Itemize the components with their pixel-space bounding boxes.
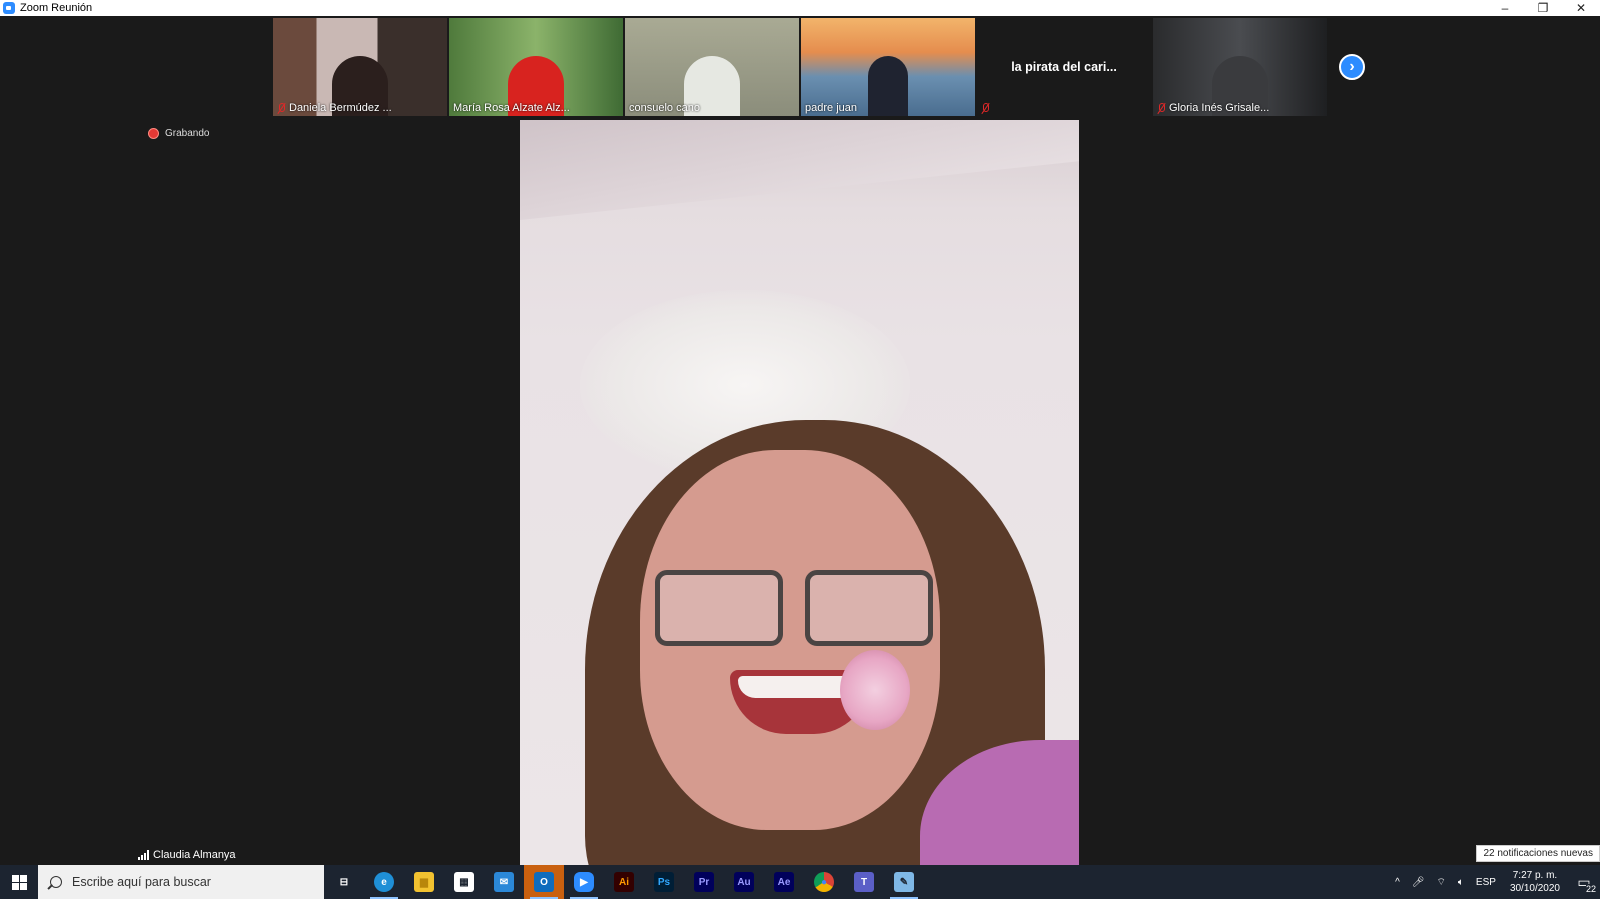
participant-strip: Daniela Bermúdez ... María Rosa Alzate A… [273,18,1327,116]
record-icon [148,128,159,139]
system-tray: ^ 🎤︎ ⌔ 🔈︎ ESP 7:27 p. m. 30/10/2020 ▭ 22 [1389,865,1600,899]
clock-time: 7:27 p. m. [1512,870,1558,881]
after-effects-icon: Ae [774,872,794,892]
chrome-icon: ● [814,872,834,892]
participant-name-label: Daniela Bermúdez ... [277,102,392,114]
edge-taskbar-button[interactable]: e [364,865,404,899]
participant-name-label: consuelo cano [629,102,700,114]
outlook-icon: O [534,872,554,892]
video-detail [840,650,910,730]
clock-date: 30/10/2020 [1509,883,1560,894]
muted-mic-icon [277,102,286,114]
after-effects-taskbar-button[interactable]: Ae [764,865,804,899]
zoom-taskbar-button[interactable]: ▶ [564,865,604,899]
premiere-icon: Pr [694,872,714,892]
language-indicator[interactable]: ESP [1470,877,1502,888]
photoshop-taskbar-button[interactable]: Ps [644,865,684,899]
search-icon [50,876,62,888]
participant-name-label [981,103,990,114]
participant-tile[interactable]: María Rosa Alzate Alz... [449,18,623,116]
participant-name: María Rosa Alzate Alz... [453,102,570,114]
show-hidden-icons-icon[interactable]: ^ [1389,877,1406,888]
window-titlebar: Zoom Reunión – ❐ ✕ [0,0,1600,16]
action-center-button[interactable]: ▭ 22 [1568,865,1600,899]
participant-tile[interactable]: padre juan [801,18,975,116]
participant-name-label: padre juan [805,102,857,114]
mail-icon: ✉ [494,872,514,892]
muted-mic-icon [1157,102,1166,114]
illustrator-taskbar-button[interactable]: Ai [604,865,644,899]
participant-name: consuelo cano [629,102,700,114]
zoom-icon: ▶ [574,872,594,892]
signal-strength-icon [138,850,149,860]
zoom-app-icon [3,2,15,14]
store-taskbar-button[interactable]: ▦ [444,865,484,899]
teams-icon: T [854,872,874,892]
video-detail [805,570,933,646]
window-title: Zoom Reunión [20,2,93,14]
task-view-icon: ⊟ [334,872,354,892]
audition-taskbar-button[interactable]: Au [724,865,764,899]
network-icon[interactable]: ⌔ [1431,876,1452,889]
active-speaker-video[interactable] [520,120,1079,865]
active-speaker-label: Claudia Almanya [138,849,236,861]
microphone-icon[interactable]: 🎤︎ [1406,877,1431,888]
participant-tile[interactable]: Gloria Inés Grisale... [1153,18,1327,116]
participant-name: Daniela Bermúdez ... [289,102,392,114]
outlook-taskbar-button[interactable]: O [524,865,564,899]
close-button[interactable]: ✕ [1562,0,1600,16]
edge-icon: e [374,872,394,892]
task-view-button[interactable]: ⊟ [324,865,364,899]
participant-name-label: María Rosa Alzate Alz... [453,102,570,114]
paint-taskbar-button[interactable]: ✎ [884,865,924,899]
windows-taskbar: Escribe aquí para buscar ⊟ e ▆ ▦ ✉ O ▶ A… [0,865,1600,899]
next-page-button[interactable]: › [1339,54,1365,80]
participant-name: padre juan [805,102,857,114]
teams-taskbar-button[interactable]: T [844,865,884,899]
store-icon: ▦ [454,872,474,892]
photoshop-icon: Ps [654,872,674,892]
premiere-taskbar-button[interactable]: Pr [684,865,724,899]
muted-mic-icon [981,103,990,114]
windows-logo-icon [11,874,27,890]
folder-icon: ▆ [414,872,434,892]
minimize-button[interactable]: – [1486,0,1524,16]
start-button[interactable] [0,865,38,899]
video-detail [655,570,945,646]
restore-button[interactable]: ❐ [1524,0,1562,16]
audition-icon: Au [734,872,754,892]
participant-name: Gloria Inés Grisale... [1169,102,1270,114]
illustrator-icon: Ai [614,872,634,892]
notification-tooltip: 22 notificaciones nuevas [1476,845,1600,862]
notification-count: 22 [1585,884,1596,894]
volume-icon[interactable]: 🔈︎ [1452,877,1470,888]
chrome-taskbar-button[interactable]: ● [804,865,844,899]
mail-taskbar-button[interactable]: ✉ [484,865,524,899]
recording-label: Grabando [165,128,210,139]
participant-tile[interactable]: la pirata del cari... [977,18,1151,116]
video-background [520,120,1079,220]
active-speaker-name: Claudia Almanya [153,849,236,861]
taskbar-clock[interactable]: 7:27 p. m. 30/10/2020 [1502,869,1568,895]
meeting-stage: Daniela Bermúdez ... María Rosa Alzate A… [0,16,1600,865]
search-placeholder: Escribe aquí para buscar [72,875,211,889]
participant-name: la pirata del cari... [1011,60,1117,74]
participant-tile[interactable]: consuelo cano [625,18,799,116]
video-detail [655,570,783,646]
participant-name-label: Gloria Inés Grisale... [1157,102,1269,114]
chevron-right-icon: › [1349,58,1355,75]
taskbar-search[interactable]: Escribe aquí para buscar [38,865,324,899]
paint-icon: ✎ [894,872,914,892]
participant-silhouette [868,56,908,116]
participant-tile[interactable]: Daniela Bermúdez ... [273,18,447,116]
file-explorer-taskbar-button[interactable]: ▆ [404,865,444,899]
recording-indicator[interactable]: Grabando [148,128,209,139]
